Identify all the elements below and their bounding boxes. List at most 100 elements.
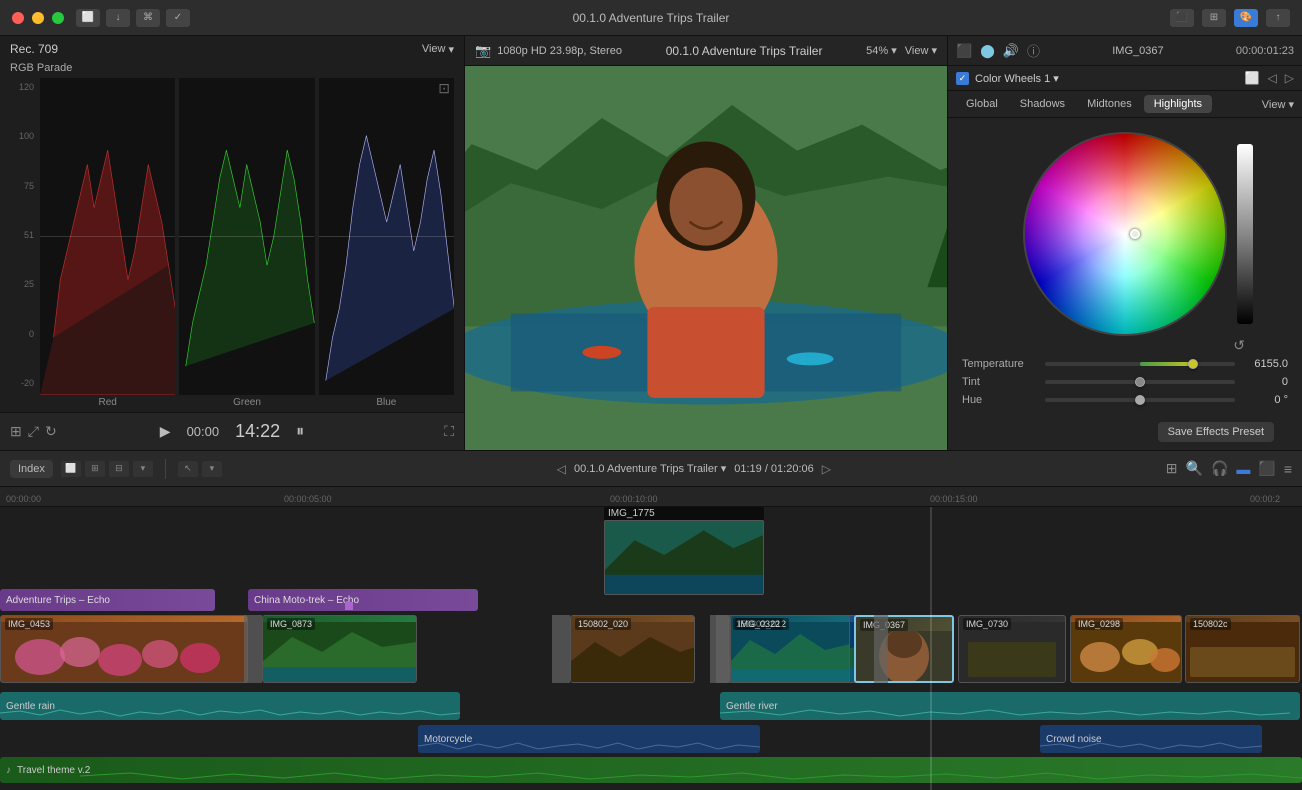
layout-icon[interactable]: ⬛	[1170, 9, 1194, 27]
clip-appearance-icon[interactable]: ≡	[1284, 461, 1292, 477]
copy-icon[interactable]: ⬜	[1245, 71, 1260, 85]
separator	[165, 459, 166, 479]
color-wheel[interactable]	[1025, 134, 1225, 334]
titlebar: ⬜ ↓ ⌘ ✓ 00.1.0 Adventure Trips Trailer ⬛…	[0, 0, 1302, 36]
export-icon[interactable]: ↑	[1266, 9, 1290, 27]
list-icon[interactable]: ⊞	[85, 461, 105, 477]
pause-button[interactable]: ⏸	[296, 423, 304, 441]
tab-midtones[interactable]: Midtones	[1077, 95, 1142, 113]
tool-icons: ↖ ▾	[178, 461, 222, 477]
playhead[interactable]	[930, 507, 932, 790]
blue-channel	[319, 78, 454, 395]
tint-thumb[interactable]	[1135, 377, 1145, 387]
clip-img0453[interactable]: IMG_0453	[0, 615, 248, 683]
clip-150802c[interactable]: 150802c	[1185, 615, 1300, 683]
right-arrow-icon[interactable]: ▷	[1285, 71, 1294, 85]
info-icon[interactable]: ⓘ	[1027, 41, 1040, 60]
add-track-icon[interactable]: ⊞	[1166, 460, 1178, 477]
grid-icon2[interactable]: ⊟	[109, 461, 129, 477]
transition-1[interactable]	[244, 615, 262, 683]
play-button[interactable]: ▶	[160, 423, 171, 440]
select-dropdown[interactable]: ▾	[202, 461, 222, 477]
reset-icon[interactable]: ↺	[1233, 337, 1245, 354]
traffic-lights[interactable]	[12, 12, 64, 24]
clip-img0322[interactable]: IMG_0322	[730, 615, 850, 683]
role-icon[interactable]: ⬛	[1258, 460, 1275, 477]
nav-right-btn[interactable]: ▷	[822, 462, 831, 476]
close-button[interactable]	[12, 12, 24, 24]
export-icon[interactable]: ⊡	[438, 80, 450, 97]
enable-checkbox[interactable]: ✓	[956, 72, 969, 85]
color-wheel-container[interactable]: ↺	[948, 118, 1302, 350]
hue-thumb[interactable]	[1135, 395, 1145, 405]
grid-icon[interactable]: ⊞	[1202, 9, 1226, 27]
filmstrip-icon[interactable]: ⬜	[61, 461, 81, 477]
left-controls: ⊞ ⤢ ↻	[10, 423, 57, 440]
color-wheel-wrapper[interactable]: ↺	[1025, 134, 1225, 334]
fullscreen-icon[interactable]: ⛶	[444, 423, 454, 440]
preview-panel: 📷 1080p HD 23.98p, Stereo 00.1.0 Adventu…	[465, 36, 947, 450]
temperature-track[interactable]	[1045, 362, 1235, 366]
wheels-label: Color Wheels 1 ▾	[975, 72, 1239, 85]
left-arrow-icon[interactable]: ◁	[1268, 71, 1277, 85]
clip-150802-020[interactable]: 150802_020	[570, 615, 695, 683]
rotate-icon[interactable]: ↻	[45, 423, 57, 440]
audio-icon[interactable]: 🔊	[1003, 43, 1019, 59]
transform-icon[interactable]: ⤢	[28, 423, 39, 440]
zoom-level[interactable]: 54% ▾	[866, 44, 897, 57]
nav-left-btn[interactable]: ◁	[557, 462, 566, 476]
music-icon: ♪	[6, 765, 11, 776]
color-dot-icon[interactable]: ⬤	[980, 43, 995, 59]
preview-top-right: 54% ▾ View ▾	[866, 44, 937, 57]
minimize-button[interactable]	[32, 12, 44, 24]
hue-track[interactable]	[1045, 398, 1235, 402]
brightness-bar[interactable]	[1237, 144, 1253, 324]
color-icon[interactable]: 🎨	[1234, 9, 1258, 27]
view-menu[interactable]: View ▾	[905, 44, 937, 57]
sidebar-toggle-icon[interactable]: ⬜	[76, 9, 100, 27]
waveform-view-button[interactable]: View ▾	[422, 43, 454, 56]
select-tool[interactable]: ↖	[178, 461, 198, 477]
ruler-10: 00:00:10:00	[610, 494, 658, 504]
tint-track[interactable]	[1045, 380, 1235, 384]
clip-img0298[interactable]: IMG_0298	[1070, 615, 1182, 683]
tab-global[interactable]: Global	[956, 95, 1008, 113]
clip-img0873[interactable]: IMG_0873	[262, 615, 417, 683]
transition-4[interactable]	[716, 615, 730, 683]
marker-dot	[345, 602, 353, 610]
color-tabs: Global Shadows Midtones Highlights View …	[948, 91, 1302, 118]
clip-name: IMG_0367	[1048, 45, 1228, 57]
tab-highlights[interactable]: Highlights	[1144, 95, 1212, 113]
zoom-in-icon[interactable]: 🔍	[1186, 460, 1203, 477]
tab-shadows[interactable]: Shadows	[1010, 95, 1075, 113]
clip-img0367[interactable]: IMG_0367	[854, 615, 954, 683]
temperature-thumb[interactable]	[1188, 359, 1198, 369]
tint-value: 0	[1243, 376, 1288, 388]
color-wheels-header: ✓ Color Wheels 1 ▾ ⬜ ◁ ▷	[948, 66, 1302, 91]
monitor-icon[interactable]: ⬛	[956, 43, 972, 59]
clip-img0730[interactable]: IMG_0730	[958, 615, 1066, 683]
preview-image	[465, 66, 947, 450]
download-icon[interactable]: ↓	[106, 9, 130, 27]
color-panel: ⬛ ⬤ 🔊 ⓘ IMG_0367 00:00:01:23 ✓ Color Whe…	[947, 36, 1302, 450]
purple-track-2: China Moto-trek – Echo	[248, 589, 478, 611]
headphone-icon[interactable]: 🎧	[1211, 460, 1228, 477]
expand-icon[interactable]: ▾	[133, 461, 153, 477]
index-button[interactable]: Index	[10, 460, 53, 478]
waveform-header: Rec. 709 View ▾	[0, 36, 464, 60]
titlebar-right: ⬛ ⊞ 🎨 ↑	[1170, 9, 1290, 27]
fade-icon[interactable]: ▬	[1236, 461, 1250, 477]
color-indicator[interactable]	[1130, 229, 1140, 239]
save-preset-button[interactable]: Save Effects Preset	[1158, 422, 1274, 442]
transition-2[interactable]	[552, 615, 570, 683]
check-icon[interactable]: ✓	[166, 9, 190, 27]
layout-ctrl-icon[interactable]: ⊞	[10, 423, 22, 440]
maximize-button[interactable]	[52, 12, 64, 24]
timeline-timecode: 01:19 / 01:20:06	[734, 463, 814, 475]
key-icon[interactable]: ⌘	[136, 9, 160, 27]
color-tab-view[interactable]: View ▾	[1262, 98, 1294, 111]
camera-icon: 📷	[475, 43, 491, 59]
preview-top-left: 📷 1080p HD 23.98p, Stereo	[475, 43, 622, 59]
tint-label: Tint	[962, 376, 1037, 388]
transition-5[interactable]	[874, 615, 888, 683]
